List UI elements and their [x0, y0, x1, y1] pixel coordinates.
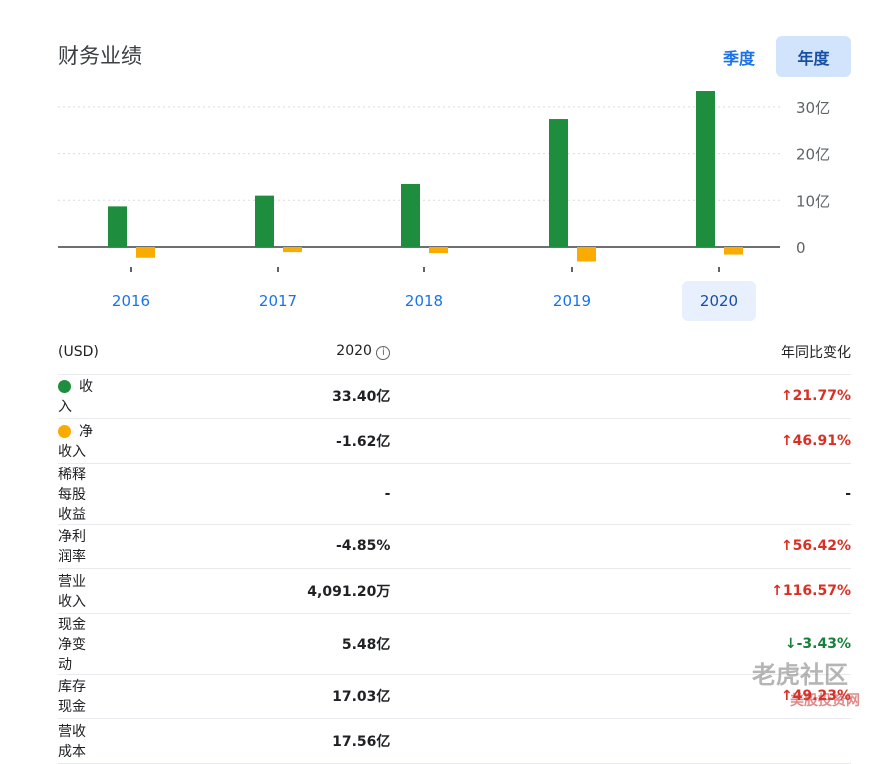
bar-revenue-2017[interactable]: [255, 195, 274, 247]
year-header: 2020 i: [98, 330, 656, 375]
bar-revenue-2019[interactable]: [549, 119, 568, 247]
bar-net-income-2020[interactable]: [724, 247, 743, 255]
bar-revenue-2016[interactable]: [108, 206, 127, 247]
y-tick-label: 20亿: [796, 146, 830, 164]
row-label: 营业收入: [58, 568, 99, 614]
row-value: -: [98, 463, 656, 525]
year-button-2018[interactable]: 2018: [387, 281, 461, 321]
legend-dot-icon: [58, 424, 71, 438]
info-icon[interactable]: i: [376, 346, 391, 361]
year-button-2020[interactable]: 2020: [682, 281, 756, 321]
bar-revenue-2020[interactable]: [696, 91, 715, 247]
bar-net-income-2018[interactable]: [429, 247, 448, 254]
bar-net-income-2016[interactable]: [136, 247, 155, 258]
row-label: 现金净变动: [58, 613, 99, 675]
table-row: 现金净变动 5.48亿 ↓-3.43%: [58, 613, 851, 675]
year-button-2017[interactable]: 2017: [241, 281, 315, 321]
row-value: 33.40亿: [98, 374, 656, 419]
table-row: 营收成本 17.56亿: [58, 718, 851, 764]
y-tick-label: 30亿: [796, 99, 830, 117]
row-label: 收入: [58, 374, 99, 419]
row-value: -1.62亿: [98, 418, 656, 464]
row-label: 净利润率: [58, 524, 99, 569]
x-tick: [130, 267, 132, 272]
x-tick: [277, 267, 279, 272]
row-label: 库存现金: [58, 674, 99, 719]
x-tick: [423, 267, 425, 272]
row-value: 5.48亿: [98, 613, 656, 675]
y-tick-label: 0: [796, 239, 806, 257]
financials-table: (USD) 2020 i 年同比变化 收入 33.40亿 ↑21.77% 净收入 …: [58, 330, 851, 764]
yoy-header: 年同比变化: [655, 330, 851, 375]
row-change: -: [655, 463, 851, 525]
row-change: ↑56.42%: [655, 524, 851, 569]
row-value: 4,091.20万: [98, 568, 656, 614]
unit-header: (USD): [58, 330, 99, 375]
watermark: 老虎社区: [752, 661, 848, 689]
table-row: 净利润率 -4.85% ↑56.42%: [58, 524, 851, 569]
row-change: ↑116.57%: [655, 568, 851, 614]
x-tick: [718, 267, 720, 272]
year-button-2019[interactable]: 2019: [535, 281, 609, 321]
row-value: 17.56亿: [98, 718, 656, 764]
table-row: 库存现金 17.03亿 ↑49.23%: [58, 674, 851, 719]
row-change: ↑46.91%: [655, 418, 851, 464]
table-row: 净收入 -1.62亿 ↑46.91%: [58, 418, 851, 464]
row-label: 净收入: [58, 418, 99, 464]
y-tick-label: 10亿: [796, 192, 830, 210]
row-change: [655, 718, 851, 764]
bar-net-income-2019[interactable]: [577, 247, 596, 262]
row-change: ↑21.77%: [655, 374, 851, 419]
bar-net-income-2017[interactable]: [283, 247, 302, 253]
x-tick: [571, 267, 573, 272]
table-row: 营业收入 4,091.20万 ↑116.57%: [58, 568, 851, 614]
row-label: 稀释每股收益: [58, 463, 99, 525]
row-value: -4.85%: [98, 524, 656, 569]
row-label: 营收成本: [58, 718, 99, 764]
legend-dot-icon: [58, 380, 71, 394]
year-button-2016[interactable]: 2016: [94, 281, 168, 321]
bar-revenue-2018[interactable]: [401, 183, 420, 247]
row-value: 17.03亿: [98, 674, 656, 719]
table-row: 稀释每股收益 - -: [58, 463, 851, 525]
table-row: 收入 33.40亿 ↑21.77%: [58, 374, 851, 419]
watermark: 美股投资网: [790, 693, 860, 709]
